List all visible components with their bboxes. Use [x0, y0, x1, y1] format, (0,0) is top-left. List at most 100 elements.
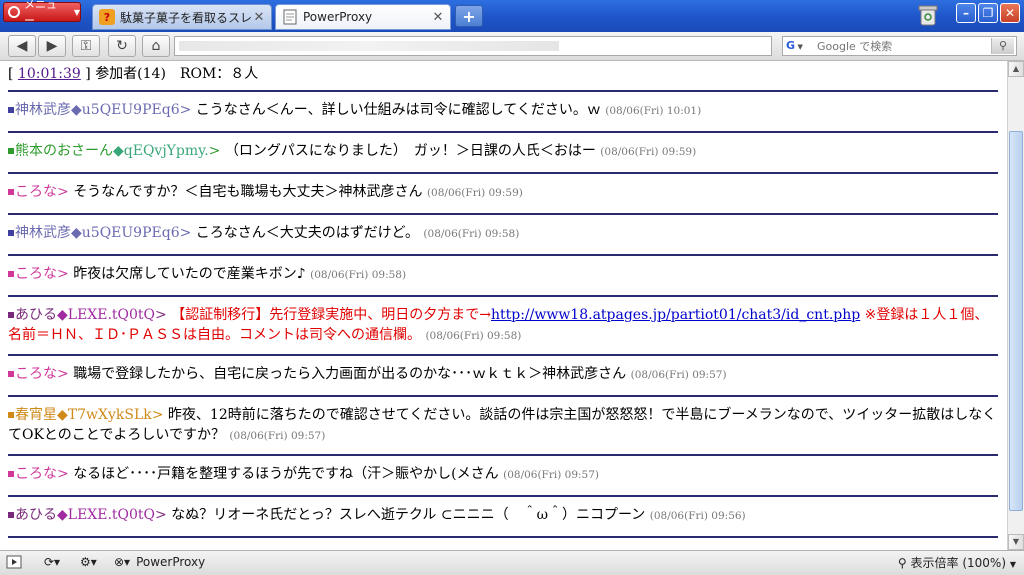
user-marker-icon — [8, 412, 14, 418]
scroll-down-icon[interactable]: ▼ — [1008, 534, 1024, 550]
opera-menu-button[interactable]: メニュー ▼ — [3, 0, 81, 27]
message-body: ころなさん＜大丈夫のはずだけど。 — [195, 225, 419, 241]
panel-icon — [6, 555, 22, 569]
turbo-button[interactable]: ⚙▾ — [80, 554, 97, 570]
close-window-button[interactable]: ✕ — [1000, 3, 1020, 23]
title-bar: メニュー ▼ ? 駄菓子菓子を看取るスレ5 ✕ PowerProxy ✕ + –… — [0, 0, 1024, 32]
user-name: ころな — [15, 366, 57, 382]
chat-message-cutoff — [8, 536, 998, 550]
new-tab-button[interactable]: + — [455, 5, 483, 27]
tab-title: PowerProxy — [303, 10, 373, 24]
tab-powerproxy[interactable]: PowerProxy ✕ — [275, 4, 451, 30]
proxy-label: PowerProxy — [136, 555, 206, 569]
chat-message: 熊本のおさーん◆qEQvjYpmy.> （ロングパスになりました） ガッ！＞日課… — [8, 131, 998, 172]
zoom-label: 表示倍率 (100%) — [910, 556, 1007, 570]
tab-chat-thread[interactable]: ? 駄菓子菓子を看取るスレ5 ✕ — [92, 4, 272, 30]
user-marker-icon — [8, 312, 14, 318]
tab-title: 駄菓子菓子を看取るスレ5 — [120, 10, 252, 25]
user-name: 神林武彦 — [15, 225, 71, 241]
participants-count: 参加者(14) — [95, 66, 166, 82]
navigation-toolbar: ◀ ▶ ⚿ ↻ ⌂ G ▼ ⚲ — [0, 32, 1024, 61]
user-marker-icon — [8, 471, 14, 477]
registration-link[interactable]: http://www18.atpages.jp/partiot01/chat3/… — [491, 307, 860, 323]
proxy-icon: ⊗▾ — [114, 555, 131, 569]
scrollbar-thumb[interactable] — [1009, 131, 1023, 511]
restore-button[interactable]: ❐ — [978, 3, 998, 23]
user-trip: ◆T7wXykSLk — [57, 407, 152, 423]
message-time: (08/06(Fri) 09:57) — [229, 430, 326, 442]
back-arrow-icon: ◀ — [16, 38, 28, 54]
google-engine-icon[interactable]: G ▼ — [786, 39, 810, 53]
proxy-menu-button[interactable]: ⊗▾ PowerProxy — [114, 554, 205, 570]
user-name: ころな — [15, 184, 57, 200]
user-marker-icon — [8, 148, 14, 154]
panel-toggle-button[interactable] — [6, 554, 22, 570]
user-trip: ◆u5QEU9PEq6 — [71, 225, 180, 241]
chat-message: 春宵星◆T7wXykSLk> 昨夜、12時前に落ちたので確認させてください。談話… — [8, 395, 998, 454]
message-body: そうなんですか？＜自宅も職場も大丈夫＞神林武彦さん — [73, 184, 423, 200]
forward-button[interactable]: ▶ — [38, 35, 66, 57]
page-content: [ 10:01:39 ] 参加者(14) ROM：８人 神林武彦◆u5QEU9P… — [0, 61, 1007, 550]
user-marker-icon — [8, 512, 14, 518]
chevron-down-icon: ▼ — [73, 7, 80, 17]
zoom-control[interactable]: ⚲ 表示倍率 (100%) ▼ — [898, 554, 1016, 571]
chat-message: 神林武彦◆u5QEU9PEq6> ころなさん＜大丈夫のはずだけど。 (08/06… — [8, 213, 998, 254]
minimize-button[interactable]: – — [956, 3, 976, 23]
page-favicon-icon — [283, 9, 297, 25]
user-trip: ◆LEXE.tQ0tQ — [57, 507, 156, 523]
message-body: なぬ？リオーネ氏だとっ？スレへ逝テクル ⊂ニニニ（ ＾ω＾）ニコプーン — [171, 507, 646, 523]
message-body: なるほど････戸籍を整理するほうが先ですね（汗＞賑やかし(メさん — [73, 466, 499, 482]
message-time: (08/06(Fri) 09:57) — [630, 369, 727, 381]
message-time: (08/06(Fri) 09:59) — [600, 146, 697, 158]
message-list: 神林武彦◆u5QEU9PEq6> こうなさん＜んー、詳しい仕組みは司令に確認して… — [8, 90, 998, 550]
opera-logo-icon — [8, 6, 20, 18]
message-time: (08/06(Fri) 09:57) — [503, 469, 600, 481]
timestamp-link[interactable]: 10:01:39 — [18, 66, 81, 82]
message-time: (08/06(Fri) 09:58) — [423, 228, 520, 240]
search-engine-letter: G — [786, 39, 796, 52]
chat-message: あひる◆LEXE.tQ0tQ> 【認証制移行】先行登録実施中、明日の夕方まで→h… — [8, 295, 998, 354]
chat-header: [ 10:01:39 ] 参加者(14) ROM：８人 — [8, 66, 259, 82]
user-trip: ◆LEXE.tQ0tQ — [57, 307, 156, 323]
user-name: ころな — [15, 266, 57, 282]
message-body: 職場で登録したから、自宅に戻ったら入力画面が出るのかな･･･ｗｋｔｋ＞神林武彦さ… — [73, 366, 627, 382]
message-time: (08/06(Fri) 09:58) — [310, 269, 407, 281]
message-body: 昨夜は欠席していたので産業キボン♪ — [73, 266, 306, 282]
chat-message: ころな> 昨夜は欠席していたので産業キボン♪ (08/06(Fri) 09:58… — [8, 254, 998, 295]
close-tab-icon[interactable]: ✕ — [252, 10, 266, 25]
close-tab-icon[interactable]: ✕ — [431, 10, 445, 25]
thread-favicon-icon: ? — [99, 9, 115, 25]
trash-icon[interactable] — [918, 4, 938, 26]
turbo-icon: ⚙▾ — [80, 555, 97, 569]
svg-text:?: ? — [104, 11, 110, 24]
user-name: 熊本のおさーん — [15, 143, 113, 159]
address-bar[interactable] — [174, 36, 772, 56]
scroll-up-icon[interactable]: ▲ — [1008, 61, 1024, 77]
reload-button[interactable]: ↻ — [108, 35, 136, 57]
address-redacted — [179, 41, 559, 51]
user-name: 春宵星 — [15, 407, 57, 423]
chat-message: 神林武彦◆u5QEU9PEq6> こうなさん＜んー、詳しい仕組みは司令に確認して… — [8, 90, 998, 131]
menu-label: メニュー — [23, 0, 57, 27]
home-button[interactable]: ⌂ — [142, 35, 170, 57]
wand-button[interactable]: ⚿ — [72, 35, 100, 57]
user-marker-icon — [8, 107, 14, 113]
search-input[interactable] — [817, 38, 975, 54]
reload-icon: ↻ — [116, 38, 128, 54]
sync-icon: ⟳▾ — [44, 555, 61, 569]
search-box[interactable]: G ▼ ⚲ — [782, 36, 1017, 56]
sync-button[interactable]: ⟳▾ — [44, 554, 60, 570]
chat-message: あひる◆LEXE.tQ0tQ> なぬ？リオーネ氏だとっ？スレへ逝テクル ⊂ニニニ… — [8, 495, 998, 536]
back-button[interactable]: ◀ — [8, 35, 36, 57]
message-body: こうなさん＜んー、詳しい仕組みは司令に確認してください。ｗ — [195, 102, 601, 118]
user-trip: ◆qEQvjYpmy. — [113, 143, 209, 159]
message-body: （ロングパスになりました） ガッ！＞日課の人氏＜おはー — [224, 143, 596, 159]
chat-message: ころな> 職場で登録したから、自宅に戻ったら入力画面が出るのかな･･･ｗｋｔｋ＞… — [8, 354, 998, 395]
user-marker-icon — [8, 189, 14, 195]
message-time: (08/06(Fri) 10:01) — [605, 105, 702, 117]
user-marker-icon — [8, 371, 14, 377]
forward-arrow-icon: ▶ — [46, 38, 58, 54]
user-marker-icon — [8, 271, 14, 277]
vertical-scrollbar[interactable]: ▲ ▼ — [1007, 61, 1024, 550]
search-icon[interactable]: ⚲ — [991, 38, 1014, 54]
